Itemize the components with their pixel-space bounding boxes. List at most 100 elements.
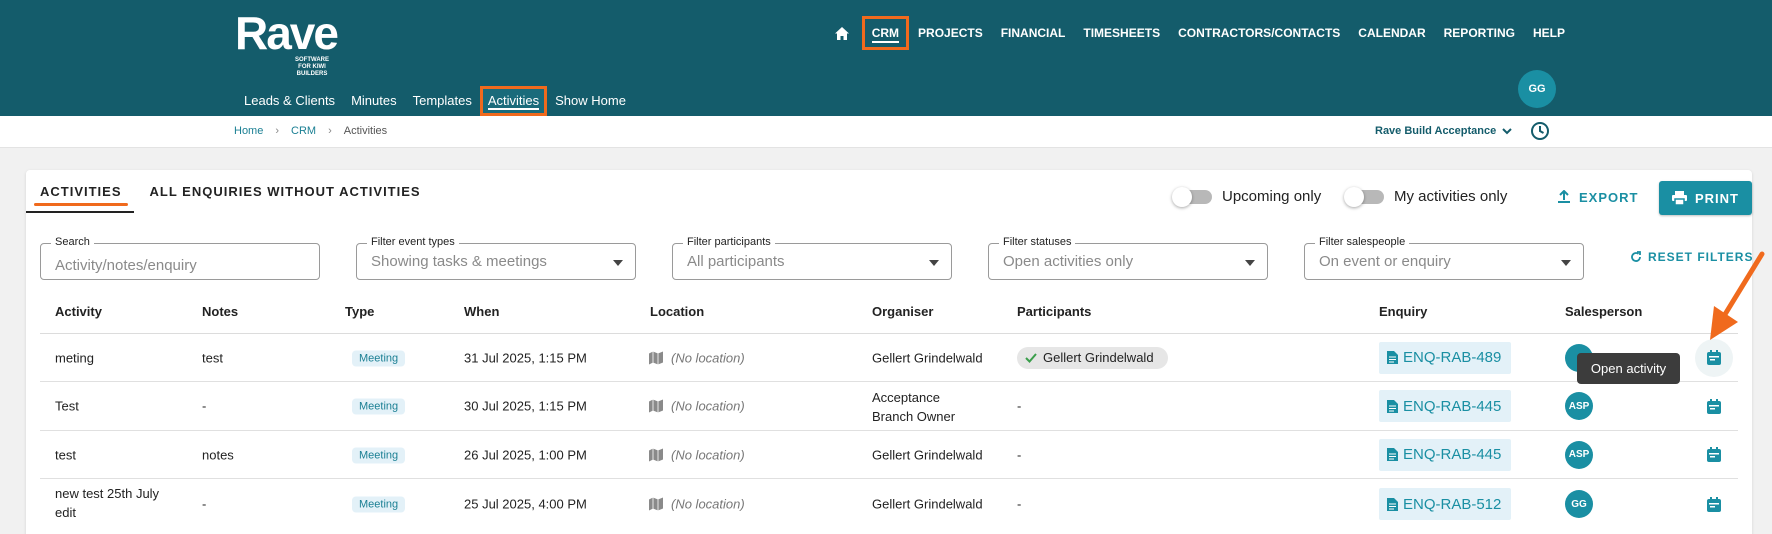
location-cell: (No location) (649, 497, 745, 512)
table-row[interactable]: new test 25th July edit - Meeting 25 Jul … (40, 479, 1738, 529)
salesperson-avatar[interactable]: GG (1565, 490, 1593, 518)
column-header-notes[interactable]: Notes (202, 304, 238, 319)
column-header-salesperson[interactable]: Salesperson (1565, 304, 1642, 319)
activity-cell[interactable]: Test (55, 399, 79, 414)
user-avatar[interactable]: GG (1518, 70, 1556, 108)
logo-wordmark: Rave (235, 7, 339, 59)
location-text: (No location) (671, 350, 745, 365)
print-button[interactable]: PRINT (1659, 181, 1752, 215)
logo-tagline: SOFTWARE FOR KIWI BUILDERS (295, 57, 329, 77)
participants-cell: - (1017, 447, 1022, 462)
participants-cell: - (1017, 398, 1022, 414)
open-activity-button[interactable] (1695, 485, 1733, 523)
when-cell: 31 Jul 2025, 1:15 PM (464, 350, 587, 365)
participants-filter-label: Filter participants (683, 236, 775, 248)
salespeople-filter-value: On event or enquiry (1319, 253, 1451, 270)
top-nav-contractors[interactable]: CONTRACTORS/CONTACTS (1169, 16, 1349, 50)
document-icon (1387, 351, 1398, 364)
type-cell: Meeting (352, 398, 406, 415)
home-icon[interactable] (830, 21, 854, 45)
sub-nav-show-home[interactable]: Show Home (547, 86, 634, 116)
salesperson-cell: GG (1565, 490, 1593, 518)
column-header-enquiry[interactable]: Enquiry (1379, 304, 1427, 319)
salespeople-filter[interactable]: Filter salespeople On event or enquiry (1304, 236, 1584, 280)
enquiry-link[interactable]: ENQ-RAB-489 (1379, 341, 1512, 374)
top-nav-crm[interactable]: CRM (861, 16, 910, 50)
rave-logo[interactable]: Rave SOFTWARE FOR KIWI BUILDERS (235, 7, 350, 77)
event-type-filter[interactable]: Filter event types Showing tasks & meeti… (356, 236, 636, 280)
location-cell: (No location) (649, 447, 745, 462)
breadcrumb-crm[interactable]: CRM (291, 125, 316, 137)
map-icon (649, 448, 663, 461)
column-header-organiser[interactable]: Organiser (872, 304, 933, 319)
toggle-switch[interactable] (1344, 186, 1384, 207)
history-clock-icon[interactable] (1530, 121, 1550, 146)
column-header-activity[interactable]: Activity (55, 304, 102, 319)
breadcrumb-home[interactable]: Home (234, 125, 263, 137)
chevron-down-icon (1502, 127, 1512, 134)
sub-nav-templates[interactable]: Templates (405, 86, 480, 116)
breadcrumb-bar: Home › CRM › Activities Rave Build Accep… (0, 116, 1772, 148)
top-nav-reporting[interactable]: REPORTING (1435, 16, 1524, 50)
top-nav-projects[interactable]: PROJECTS (909, 16, 992, 50)
open-activity-button[interactable] (1695, 387, 1733, 425)
search-field[interactable]: Search (40, 236, 320, 280)
type-badge: Meeting (352, 447, 406, 463)
enquiry-link[interactable]: ENQ-RAB-512 (1379, 488, 1512, 520)
column-header-type[interactable]: Type (345, 304, 374, 319)
table-row[interactable]: Test - Meeting 30 Jul 2025, 1:15 PM (No … (40, 382, 1738, 431)
column-header-participants[interactable]: Participants (1017, 304, 1091, 319)
activity-line-1: new test 25th July (55, 486, 160, 501)
top-nav-help[interactable]: HELP (1524, 16, 1574, 50)
my-activities-label: My activities only (1394, 188, 1508, 205)
refresh-icon (1631, 251, 1641, 262)
when-cell: 30 Jul 2025, 1:15 PM (464, 398, 587, 414)
statuses-filter-value: Open activities only (1003, 253, 1134, 270)
sub-nav-leads-clients[interactable]: Leads & Clients (236, 86, 343, 116)
column-header-when[interactable]: When (464, 304, 499, 319)
statuses-filter[interactable]: Filter statuses Open activities only (988, 236, 1268, 280)
participant-name: Gellert Grindelwald (1043, 350, 1154, 365)
when-cell: 26 Jul 2025, 1:00 PM (464, 447, 587, 462)
my-activities-toggle[interactable]: My activities only (1344, 186, 1508, 207)
enquiry-cell: ENQ-RAB-512 (1379, 488, 1512, 520)
sub-nav-activities[interactable]: Activities (479, 86, 548, 116)
table-row[interactable]: meting test Meeting 31 Jul 2025, 1:15 PM… (40, 334, 1738, 382)
sub-nav-minutes[interactable]: Minutes (343, 86, 405, 116)
enquiry-cell: ENQ-RAB-489 (1379, 341, 1512, 374)
organisation-select[interactable]: Rave Build Acceptance (1375, 125, 1512, 137)
tab-enquiries-without-activities[interactable]: ALL ENQUIRIES WITHOUT ACTIVITIES (136, 182, 435, 212)
top-nav-calendar[interactable]: CALENDAR (1349, 16, 1434, 50)
activity-cell[interactable]: test (55, 447, 76, 462)
top-nav-timesheets[interactable]: TIMESHEETS (1074, 16, 1169, 50)
search-input[interactable] (41, 244, 319, 279)
breadcrumb-separator-icon: › (275, 125, 280, 137)
organiser-cell: Gellert Grindelwald (872, 350, 983, 365)
toggle-switch[interactable] (1172, 186, 1212, 207)
caret-down-icon (613, 260, 623, 266)
type-badge: Meeting (352, 398, 406, 415)
activity-cell[interactable]: new test 25th July edit (55, 484, 159, 522)
salesperson-avatar[interactable]: ASP (1565, 440, 1593, 469)
table-row[interactable]: test notes Meeting 26 Jul 2025, 1:00 PM … (40, 431, 1738, 479)
table-header: Activity Notes Type When Location Organi… (40, 288, 1738, 334)
salesperson-avatar[interactable]: ASP (1565, 392, 1593, 420)
enquiry-number: ENQ-RAB-512 (1403, 495, 1502, 513)
when-cell: 25 Jul 2025, 4:00 PM (464, 496, 587, 512)
upcoming-only-toggle[interactable]: Upcoming only (1172, 186, 1321, 207)
top-nav-financial[interactable]: FINANCIAL (992, 16, 1075, 50)
open-activity-button[interactable] (1695, 436, 1733, 474)
enquiry-link[interactable]: ENQ-RAB-445 (1379, 390, 1512, 422)
tab-activities[interactable]: ACTIVITIES (26, 182, 136, 212)
print-label: PRINT (1695, 190, 1739, 206)
activities-card: ACTIVITIES ALL ENQUIRIES WITHOUT ACTIVIT… (26, 170, 1752, 534)
column-header-location[interactable]: Location (650, 304, 704, 319)
export-button[interactable]: EXPORT (1547, 180, 1648, 214)
organisation-select-label: Rave Build Acceptance (1375, 125, 1497, 137)
open-activity-cell (1695, 485, 1733, 523)
enquiry-link[interactable]: ENQ-RAB-445 (1379, 438, 1512, 471)
participants-filter[interactable]: Filter participants All participants (672, 236, 952, 280)
export-label: EXPORT (1579, 189, 1639, 205)
calendar-icon (1707, 447, 1721, 462)
activity-cell[interactable]: meting (55, 350, 94, 365)
